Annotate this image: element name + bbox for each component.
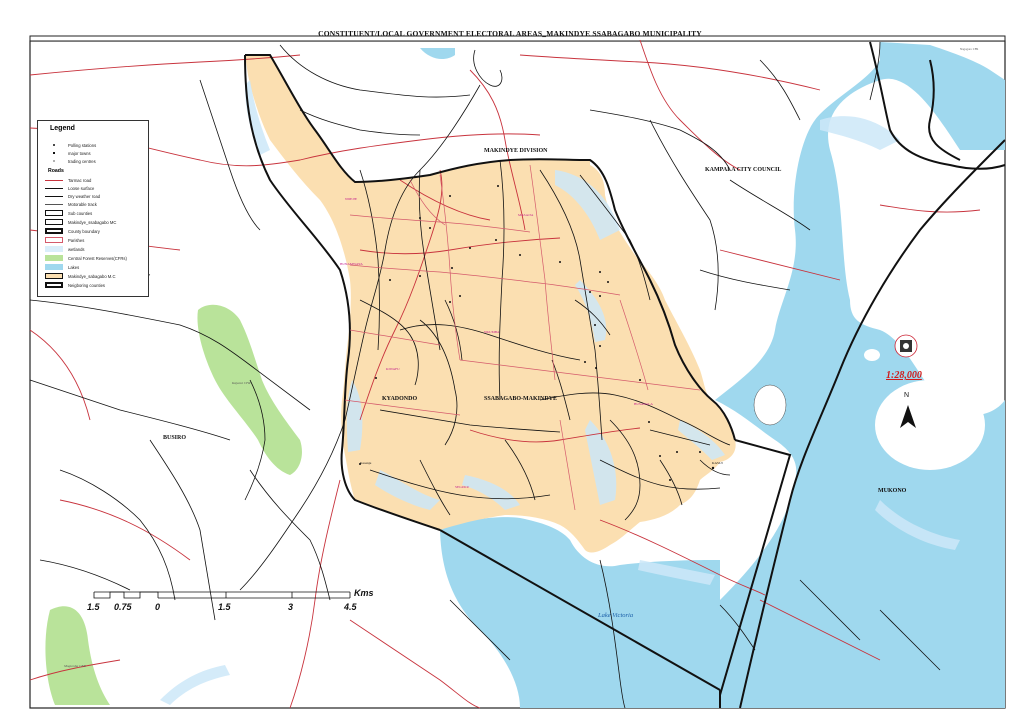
wetland-icon: [45, 246, 63, 252]
legend-label: Neigboring counties: [68, 282, 106, 288]
label-forest-kajansi: Kajansi CFR: [232, 381, 251, 385]
label-kasui: KASUI: [712, 461, 723, 465]
legend-item-neighbours: Neigboring counties: [45, 281, 105, 289]
scale-ratio: 1:28,000: [886, 370, 922, 381]
label-mukono: MUKONO: [878, 488, 907, 494]
legend-label: Central Forest Reserves(CFRs): [68, 255, 127, 261]
legend-item-lakes: Lakes: [45, 263, 79, 271]
mc-boundary-icon: [45, 219, 63, 225]
legend-item-parishes: Parishes: [45, 236, 84, 244]
tarmac-road-icon: [45, 177, 63, 183]
label-lake-victoria: Lake Victoria: [598, 612, 634, 619]
parish-icon: [45, 237, 63, 243]
parish-label-seguku: SEGUKU: [455, 485, 470, 489]
legend-label: Loose surface: [68, 185, 95, 191]
legend-label: Motorable track: [68, 201, 97, 207]
legend-label: trading centres: [68, 158, 96, 164]
label-forest-mugumba: Mugumba CFR: [64, 664, 86, 668]
parish-label-bunamwaya: BUNAMWAYA: [340, 262, 363, 266]
label-kasanje: Kasanje: [360, 461, 372, 465]
scale-kms: Kms: [354, 588, 374, 598]
legend-roads-heading: Roads: [48, 168, 64, 174]
town-icon: [45, 150, 63, 156]
legend-label: Sub counties: [68, 210, 93, 216]
neighbour-icon: [45, 282, 63, 288]
label-makindye-division: MAKINDYE DIVISION: [484, 148, 548, 154]
legend-item-forests: Central Forest Reserves(CFRs): [45, 254, 127, 262]
trading-centre-icon: [45, 158, 63, 164]
island-3: [864, 349, 880, 361]
label-top-right-neighbour: Nagogoro CFR: [960, 47, 979, 51]
legend-item-trading-centres: trading centres: [45, 157, 96, 165]
forest-icon: [45, 255, 63, 261]
legend-item-subcounties: Sub counties: [45, 209, 92, 217]
scale-tick-2: 0.75: [114, 602, 132, 612]
parish-label-kiwafu: KIWAFU: [386, 367, 400, 371]
subcounty-icon: [45, 210, 63, 216]
legend-label: Polling stations: [68, 142, 97, 148]
legend-item-track: Motorable track: [45, 200, 97, 208]
legend-label: Makindye_sabagabo M.C: [68, 273, 116, 279]
scale-tick-4: 1.5: [218, 602, 231, 612]
legend-label: Parishes: [68, 237, 85, 243]
county-boundary-icon: [45, 228, 63, 234]
island-1: [753, 384, 787, 426]
label-kyadondo: KYADONDO: [382, 396, 418, 402]
label-kampala: KAMPALA CITY COUNCIL: [705, 167, 782, 173]
legend-heading: Legend: [50, 125, 75, 132]
scale-tick-1: 1.5: [87, 602, 100, 612]
legend-item-loose: Loose surface: [45, 184, 94, 192]
legend: Legend Polling stations major towns trad…: [37, 120, 149, 297]
legend-item-tarmac: Tarmac road: [45, 176, 91, 184]
scale-tick-5: 3: [288, 602, 294, 612]
legend-label: Lakes: [68, 264, 80, 270]
legend-label: major towns: [68, 150, 91, 156]
legend-item-polling-stations: Polling stations: [45, 141, 96, 149]
island-2: [875, 380, 985, 470]
parish-label-busabala: BUSABALA: [634, 402, 653, 406]
parish-label-nkumba: NKUMBA: [484, 330, 500, 334]
scale-tick-6: 4.5: [344, 602, 357, 612]
legend-item-major-towns: major towns: [45, 149, 91, 157]
legend-item-county: County boundary: [45, 227, 100, 235]
parish-label-ndejje: NDEJJE: [345, 197, 358, 201]
mc-fill-icon: [45, 273, 63, 279]
legend-label: County boundary: [68, 228, 100, 234]
legend-item-wetlands: wetlands: [45, 245, 85, 253]
label-busiro: BUSIRO: [163, 435, 187, 441]
legend-item-dry: Dry weather road: [45, 192, 100, 200]
north-label: N: [904, 392, 910, 399]
polling-station-icon: [45, 142, 63, 148]
coat-of-arms-icon: [894, 334, 918, 358]
legend-item-mc: Makindye_ssabagabo MC: [45, 218, 116, 226]
lake-icon: [45, 264, 63, 270]
legend-label: Dry weather road: [68, 193, 101, 199]
map-canvas[interactable]: [0, 0, 1020, 720]
legend-label: wetlands: [68, 246, 85, 252]
legend-item-mc-fill: Makindye_sabagabo M.C: [45, 272, 116, 280]
label-ssabagabo: SSABAGABO-MAKINDYE: [484, 396, 558, 402]
legend-label: Makindye_ssabagabo MC: [68, 219, 117, 225]
scale-tick-3: 0: [155, 602, 161, 612]
map-title: CONSTITUENT/LOCAL GOVERNMENT ELECTORAL A…: [318, 29, 702, 38]
legend-label: Tarmac road: [68, 177, 92, 183]
loose-road-icon: [45, 185, 63, 191]
parish-label-masajja: MASAJJA: [518, 213, 534, 217]
dry-road-icon: [45, 193, 63, 199]
track-icon: [45, 201, 63, 207]
